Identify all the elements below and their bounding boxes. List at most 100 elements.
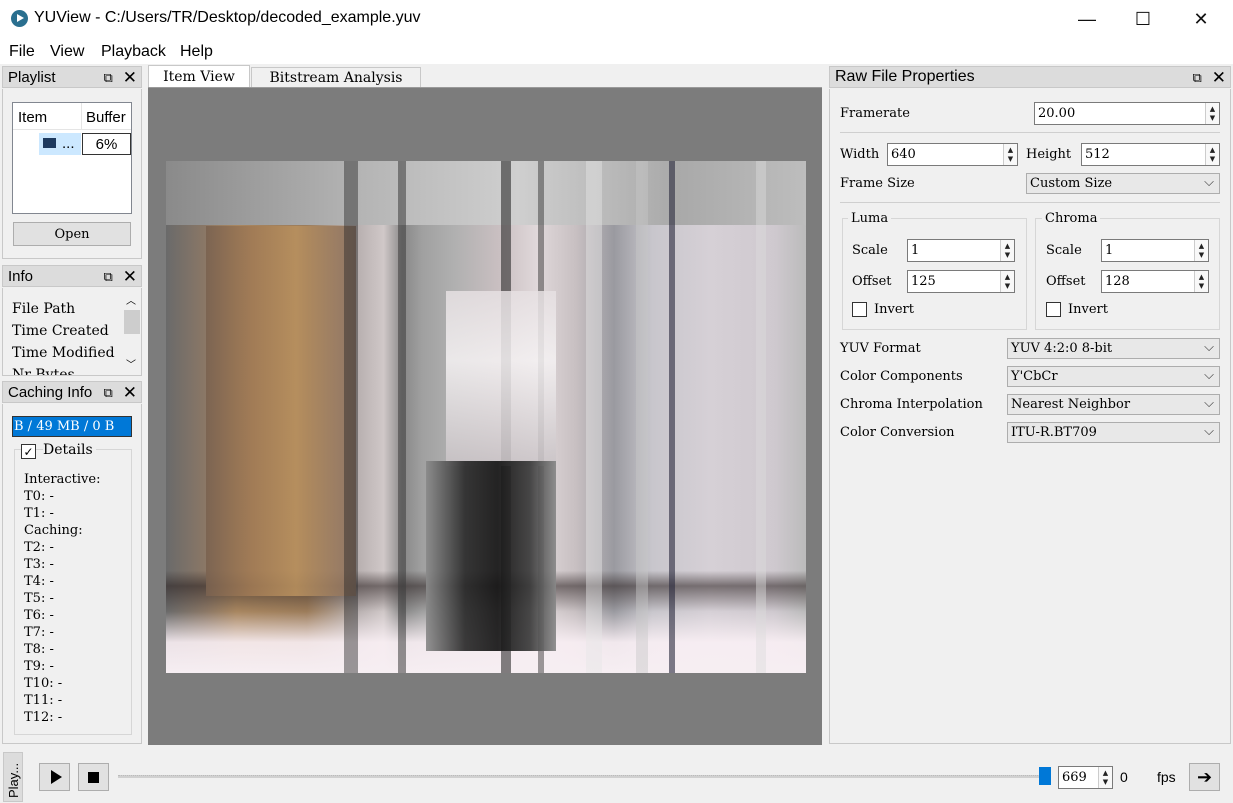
tab-bitstream-analysis[interactable]: Bitstream Analysis xyxy=(251,67,421,88)
chevron-down-icon: ⌵ xyxy=(1204,340,1214,355)
divider xyxy=(840,132,1220,133)
spin-arrows-icon[interactable]: ▲ ▼ xyxy=(1098,767,1112,788)
close-icon[interactable]: ✕ xyxy=(123,267,137,287)
frame-size-select[interactable]: Custom Size ⌵ xyxy=(1026,173,1220,194)
open-button[interactable]: Open xyxy=(13,222,131,246)
details-checkbox[interactable]: ✓ xyxy=(21,444,36,459)
yuv-format-select[interactable]: YUV 4:2:0 8-bit ⌵ xyxy=(1007,338,1220,359)
chroma-interp-select[interactable]: Nearest Neighbor ⌵ xyxy=(1007,394,1220,415)
menu-help[interactable]: Help xyxy=(180,43,213,61)
framerate-input[interactable]: 20.00 ▲ ▼ xyxy=(1034,102,1220,125)
caching-line: T9: - xyxy=(24,659,54,674)
caching-details: Interactive: T0: - T1: - Caching: T2: - … xyxy=(24,471,100,726)
video-clip-icon xyxy=(43,138,56,148)
info-scrollbar[interactable]: ︿ ﹀ xyxy=(123,290,141,374)
caching-line: T10: - xyxy=(24,676,63,691)
width-input[interactable]: 640 ▲ ▼ xyxy=(887,143,1018,166)
arrow-right-icon: ➔ xyxy=(1196,766,1213,787)
info-dock-title[interactable]: Info ⧉ ✕ xyxy=(2,265,142,287)
col-buffer-header[interactable]: Buffer xyxy=(86,109,131,126)
playlist-dock-title[interactable]: Playlist ⧉ ✕ xyxy=(2,66,142,88)
color-components-select[interactable]: Y'CbCr ⌵ xyxy=(1007,366,1220,387)
menu-playback[interactable]: Playback xyxy=(101,43,166,61)
close-icon[interactable]: ✕ xyxy=(123,383,137,403)
play-icon xyxy=(50,770,62,784)
spin-arrows-icon[interactable]: ▲ ▼ xyxy=(1194,271,1208,292)
luma-scale-label: Scale xyxy=(852,243,888,258)
spin-arrows-icon[interactable]: ▲ ▼ xyxy=(1205,103,1219,124)
cache-usage-bar: B / 49 MB / 0 B xyxy=(12,416,132,437)
caching-line: T2: - xyxy=(24,540,54,555)
scrollbar-thumb[interactable] xyxy=(124,310,140,334)
caching-line: T8: - xyxy=(24,642,54,657)
frame-number-value: 669 xyxy=(1062,770,1087,785)
frame-slider-handle[interactable] xyxy=(1039,767,1051,785)
close-icon[interactable]: ✕ xyxy=(1212,68,1226,88)
frame-slider-track[interactable] xyxy=(118,775,1046,778)
frame-number-input[interactable]: 669 ▲ ▼ xyxy=(1058,766,1113,789)
info-title: Info xyxy=(8,267,34,285)
caching-line: T6: - xyxy=(24,608,54,623)
chevron-down-icon: ⌵ xyxy=(1204,396,1214,411)
playlist-tree[interactable]: Item Buffer ... 6% xyxy=(12,102,132,214)
close-button[interactable]: ✕ xyxy=(1172,0,1230,38)
caching-title: Caching Info xyxy=(8,383,93,401)
info-file-path: File Path xyxy=(12,301,76,317)
chroma-scale-input[interactable]: 1 ▲ ▼ xyxy=(1101,239,1209,262)
luma-scale-input[interactable]: 1 ▲ ▼ xyxy=(907,239,1015,262)
chevron-up-icon[interactable]: ︿ xyxy=(126,292,136,307)
menu-view[interactable]: View xyxy=(50,43,84,61)
spin-arrows-icon[interactable]: ▲ ▼ xyxy=(1194,240,1208,261)
spin-arrows-icon[interactable]: ▲ ▼ xyxy=(1003,144,1017,165)
frame-size-label: Frame Size xyxy=(840,176,915,191)
luma-offset-input[interactable]: 125 ▲ ▼ xyxy=(907,270,1015,293)
video-frame[interactable] xyxy=(166,161,806,673)
playback-side-tab[interactable]: Play... xyxy=(3,752,23,802)
luma-scale-value: 1 xyxy=(911,243,920,258)
chroma-offset-value: 128 xyxy=(1105,274,1130,289)
info-nr-bytes: Nr Bytes xyxy=(12,367,75,376)
chroma-invert-checkbox[interactable] xyxy=(1046,302,1061,317)
menu-file[interactable]: File xyxy=(9,43,35,61)
chevron-down-icon: ⌵ xyxy=(1204,424,1214,439)
play-button[interactable] xyxy=(39,763,70,791)
divider xyxy=(840,202,1220,203)
spin-arrows-icon[interactable]: ▲ ▼ xyxy=(1000,240,1014,261)
raw-props-dock-title[interactable]: Raw File Properties ⧉ ✕ xyxy=(829,66,1231,88)
tab-item-view[interactable]: Item View xyxy=(148,65,250,88)
details-label: Details xyxy=(43,442,96,458)
caching-line: T4: - xyxy=(24,574,54,589)
maximize-button[interactable]: ☐ xyxy=(1114,0,1172,38)
stop-button[interactable] xyxy=(78,763,109,791)
col-item-header[interactable]: Item xyxy=(18,109,47,126)
spin-arrows-icon[interactable]: ▲ ▼ xyxy=(1205,144,1219,165)
color-conversion-select[interactable]: ITU-R.BT709 ⌵ xyxy=(1007,422,1220,443)
chroma-offset-input[interactable]: 128 ▲ ▼ xyxy=(1101,270,1209,293)
playback-side-tab-label: Play... xyxy=(6,762,21,798)
float-icon[interactable]: ⧉ xyxy=(103,269,112,285)
spin-arrows-icon[interactable]: ▲ ▼ xyxy=(1000,271,1014,292)
color-components-value: Y'CbCr xyxy=(1011,369,1058,384)
height-label: Height xyxy=(1026,147,1072,162)
chevron-down-icon[interactable]: ﹀ xyxy=(126,356,136,371)
raw-props-title: Raw File Properties xyxy=(835,68,975,85)
float-icon[interactable]: ⧉ xyxy=(103,385,112,401)
height-input[interactable]: 512 ▲ ▼ xyxy=(1081,143,1220,166)
width-label: Width xyxy=(840,147,880,162)
float-icon[interactable]: ⧉ xyxy=(103,70,112,86)
chroma-interp-label: Chroma Interpolation xyxy=(840,397,983,412)
chroma-scale-label: Scale xyxy=(1046,243,1082,258)
frame-size-value: Custom Size xyxy=(1030,176,1113,191)
window-title: YUView - C:/Users/TR/Desktop/decoded_exa… xyxy=(34,9,421,26)
float-icon[interactable]: ⧉ xyxy=(1192,70,1201,86)
luma-invert-checkbox[interactable] xyxy=(852,302,867,317)
frame-zero-label: 0 xyxy=(1120,769,1128,785)
chevron-down-icon: ⌵ xyxy=(1204,175,1214,190)
minimize-button[interactable]: — xyxy=(1058,0,1116,38)
caching-dock-title[interactable]: Caching Info ⧉ ✕ xyxy=(2,381,142,403)
color-conversion-value: ITU-R.BT709 xyxy=(1011,425,1097,440)
framerate-value: 20.00 xyxy=(1038,106,1076,121)
close-icon[interactable]: ✕ xyxy=(123,68,137,88)
fps-label: fps xyxy=(1157,769,1176,785)
repeat-mode-button[interactable]: ➔ xyxy=(1189,763,1220,791)
